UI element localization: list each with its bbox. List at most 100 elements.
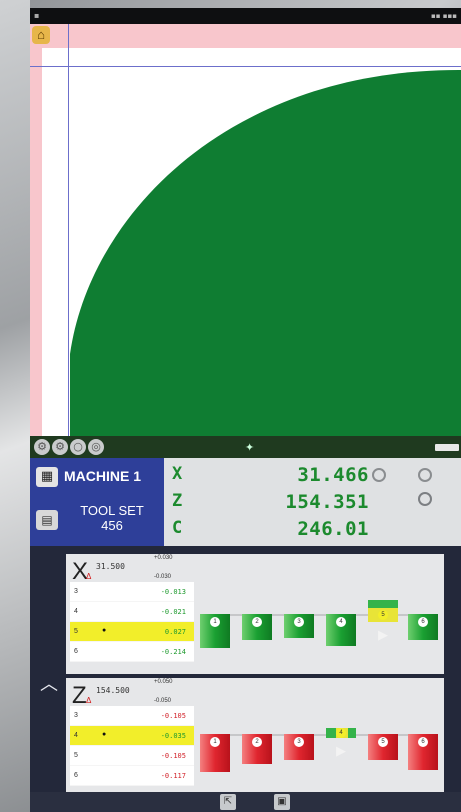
z-tolerance-lower: -0.050 (154, 698, 172, 704)
axis-x-value: 31.466 (297, 464, 369, 486)
bar-slot[interactable]: 6 (408, 714, 438, 774)
bar-slot[interactable]: 1 (200, 714, 230, 774)
row-deviation: -0.117 (160, 772, 186, 780)
bar-number: 6 (418, 617, 428, 627)
settings-icon[interactable]: ⚙ (52, 439, 68, 455)
row-index: 3 (74, 712, 78, 719)
target-icon[interactable]: ◎ (88, 439, 104, 455)
row-deviation: -0.105 (160, 712, 186, 720)
drawing-canvas[interactable]: ⌂ (30, 24, 461, 436)
row-deviation: -0.013 (160, 588, 186, 596)
bar-slot-selected[interactable]: 4 ▶ (326, 714, 356, 774)
row-index: 6 (74, 772, 78, 779)
bar-slot[interactable]: 6 (408, 594, 438, 654)
bar-number: 5 (378, 610, 388, 620)
row-deviation: -0.035 (160, 732, 186, 740)
part-shape (70, 69, 461, 436)
bar-slot[interactable]: 5 (368, 714, 398, 774)
z-deviation-bars: 1 2 3 4 ▶ 5 6 (200, 714, 438, 774)
machine-panel: ▦ MACHINE 1 ▤ TOOL SET 456 (30, 458, 164, 546)
x-tolerance-lower: -0.030 (154, 574, 172, 580)
table-row[interactable]: 4 -0.021 (70, 602, 194, 622)
table-row[interactable]: 3 -0.013 (70, 582, 194, 602)
zoom-icon[interactable] (418, 492, 432, 506)
table-row[interactable]: 6 -0.214 (70, 642, 194, 662)
table-row[interactable]: 5 -0.105 (70, 746, 194, 766)
z-tolerance-upper: +0.050 (154, 679, 173, 685)
bar-number: 4 (336, 728, 346, 738)
bar-slot[interactable]: 4 (326, 594, 356, 654)
bar-number: 2 (252, 617, 262, 627)
bar-baseline (200, 614, 438, 616)
circle-icon[interactable]: ○ (70, 439, 86, 455)
part-profile (70, 69, 461, 436)
row-index: 6 (74, 648, 78, 655)
deviation-bar (368, 600, 398, 608)
cursor-arrow-icon: ▶ (336, 744, 346, 759)
save-icon[interactable]: ▣ (274, 794, 290, 810)
tablet-screen: ▪ ▪▪ ▪▪▪ ⌂ ⚙ ⚙ ○ ◎ ✦ ▦ MACHINE 1 ▤ TOOL … (30, 8, 461, 812)
axis-z-label: Z (172, 491, 183, 511)
machine-name: MACHINE 1 (64, 468, 142, 484)
bar-slot[interactable]: 3 (284, 714, 314, 774)
table-row[interactable]: 3 -0.105 (70, 706, 194, 726)
bar-slot-selected[interactable]: 5 ▶ (368, 594, 398, 654)
target-icon[interactable] (418, 468, 432, 482)
machine-icon: ▦ (36, 467, 58, 487)
chevron-up-icon[interactable]: ︿ (38, 674, 60, 696)
bar-number: 6 (418, 737, 428, 747)
axis-line-vertical (68, 24, 69, 436)
tool-set-number: 456 (101, 518, 123, 533)
row-deviation: -0.021 (160, 608, 186, 616)
table-row-selected[interactable]: 5 ● 0.027 (70, 622, 194, 642)
bar-number: 3 (294, 617, 304, 627)
probe-icon[interactable] (372, 468, 386, 482)
x-measurement-table: 3 -0.013 4 -0.021 5 ● 0.027 6 -0.214 (70, 582, 194, 662)
bar-slot[interactable]: 2 (242, 714, 272, 774)
row-index: 5 (74, 628, 78, 635)
row-index: 3 (74, 588, 78, 595)
axis-c-label: C (172, 518, 183, 538)
delta-icon: Δ (86, 696, 92, 705)
delta-icon: Δ (86, 572, 92, 581)
tool-set-selector[interactable]: ▤ TOOL SET 456 (30, 498, 164, 546)
tool-set-label: TOOL SET (80, 503, 144, 518)
row-index: 5 (74, 752, 78, 759)
axis-line-horizontal (30, 66, 461, 67)
x-nominal-value: 31.500 (96, 562, 125, 571)
bar-slot[interactable]: 1 (200, 594, 230, 654)
x-tolerance-upper: +0.030 (154, 555, 173, 561)
scale-tag (435, 444, 459, 451)
axis-c-value: 246.01 (297, 518, 369, 540)
bar-number: 1 (210, 737, 220, 747)
row-marker: ● (102, 627, 107, 634)
x-deviation-bars: 1 2 3 4 5 ▶ 6 (200, 594, 438, 654)
origin-marker-icon: ✦ (245, 441, 255, 454)
background-left (0, 0, 30, 812)
z-measurement-table: 3 -0.105 4 ● -0.035 5 -0.105 6 -0.117 (70, 706, 194, 786)
status-clock: ▪▪ ▪▪▪ (431, 12, 457, 20)
bar-number: 4 (336, 617, 346, 627)
table-row-selected[interactable]: 4 ● -0.035 (70, 726, 194, 746)
tool-set-label-box: TOOL SET 456 (64, 503, 160, 533)
z-deviation-card: Z Δ 154.500 +0.050 -0.050 3 -0.105 4 ● -… (66, 678, 444, 792)
bar-number: 2 (252, 737, 262, 747)
machine-selector[interactable]: ▦ MACHINE 1 (30, 458, 164, 494)
notification-icon: ▪ (34, 11, 40, 20)
canvas-toolbar: ⚙ ⚙ ○ ◎ ✦ (30, 436, 461, 458)
gear-icon[interactable]: ⚙ (34, 439, 50, 455)
bottom-toolbar: ⇱ ▣ (30, 792, 461, 812)
bar-slot[interactable]: 2 (242, 594, 272, 654)
bar-slot[interactable]: 3 (284, 594, 314, 654)
home-icon[interactable]: ⌂ (32, 26, 50, 44)
x-deviation-card: X Δ 31.500 +0.030 -0.030 3 -0.013 4 -0.0… (66, 554, 444, 674)
z-nominal-value: 154.500 (96, 686, 130, 695)
table-row[interactable]: 6 -0.117 (70, 766, 194, 786)
axis-x-label: X (172, 464, 183, 484)
export-icon[interactable]: ⇱ (220, 794, 236, 810)
tool-set-icon: ▤ (36, 510, 58, 530)
axis-z-value: 154.351 (285, 491, 369, 513)
cursor-arrow-icon: ▶ (378, 628, 388, 643)
position-readout: ▦ MACHINE 1 ▤ TOOL SET 456 X 31.466 Z 15… (30, 458, 461, 546)
row-deviation: -0.105 (160, 752, 186, 760)
